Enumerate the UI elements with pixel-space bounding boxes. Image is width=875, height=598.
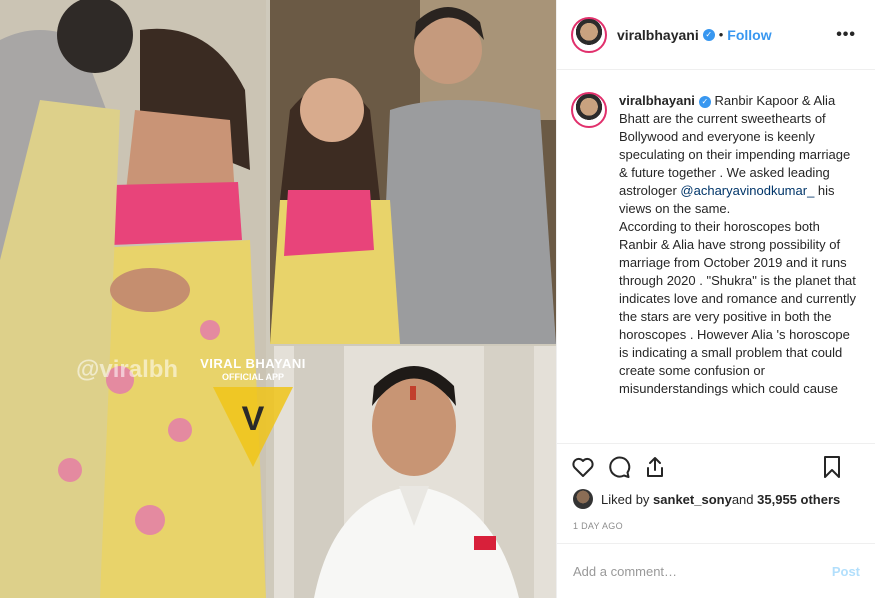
post-side-panel: viralbhayani ✓ • Follow ••• viralbhayani…: [556, 0, 875, 598]
photo-couple-front: [270, 0, 556, 344]
post-comment-button[interactable]: Post: [832, 564, 860, 579]
avatar[interactable]: [571, 16, 607, 53]
post-header: viralbhayani ✓ • Follow •••: [557, 0, 875, 70]
caption-verified-icon: ✓: [698, 95, 711, 108]
watermark-logo: V: [213, 387, 293, 467]
separator-dot: •: [718, 27, 724, 42]
instagram-post: @viralbh VIRAL BHAYANI OFFICIAL APP V vi…: [0, 0, 875, 598]
watermark-logo-text: V: [242, 400, 265, 438]
post-image[interactable]: @viralbh VIRAL BHAYANI OFFICIAL APP V: [0, 0, 556, 598]
likes-middle: and: [731, 491, 754, 507]
more-options-icon[interactable]: •••: [836, 26, 856, 44]
watermark-handle: @viralbh: [76, 356, 179, 383]
bookmark-icon[interactable]: [820, 455, 844, 479]
photo-astrologer: [274, 346, 556, 598]
verified-badge-icon: ✓: [702, 28, 715, 41]
caption: viralbhayani ✓ Ranbir Kapoor & Alia Bhatt…: [557, 70, 875, 442]
post-timestamp[interactable]: 1 DAY AGO: [573, 521, 623, 531]
likes-prefix: Liked by: [601, 491, 650, 507]
action-bar: [557, 443, 875, 489]
liker-username[interactable]: sanket_sony: [653, 492, 732, 507]
caption-paragraph: According to their horoscopes both Ranbi…: [619, 219, 860, 396]
photo-couple-back-illustration: [0, 0, 266, 598]
header-username[interactable]: viralbhayani: [617, 27, 699, 43]
photo-astrologer-illustration: [274, 346, 556, 598]
watermark-subtitle: OFFICIAL APP: [221, 372, 284, 382]
photo-couple-back: @viralbh: [0, 0, 266, 598]
caption-username[interactable]: viralbhayani: [619, 93, 695, 108]
comment-box: Post: [557, 543, 875, 598]
heart-icon[interactable]: [571, 455, 595, 479]
liker-avatar[interactable]: [573, 489, 593, 509]
watermark-title: VIRAL BHAYANI: [200, 356, 306, 371]
caption-mention-link[interactable]: @acharyavinodkumar_: [680, 183, 814, 198]
comment-input[interactable]: [573, 563, 832, 579]
speech-bubble-icon[interactable]: [607, 455, 631, 479]
likes-count-link[interactable]: 35,955 others: [757, 492, 840, 507]
photo-couple-front-illustration: [270, 0, 556, 344]
likes-summary: Liked by sanket_sony and 35,955 others: [573, 489, 840, 509]
caption-text: viralbhayani ✓ Ranbir Kapoor & Alia Bhatt…: [619, 92, 857, 442]
follow-button[interactable]: Follow: [727, 27, 771, 43]
share-icon[interactable]: [643, 455, 667, 479]
caption-avatar[interactable]: [571, 92, 607, 128]
watermark: VIRAL BHAYANI OFFICIAL APP V: [198, 356, 308, 475]
